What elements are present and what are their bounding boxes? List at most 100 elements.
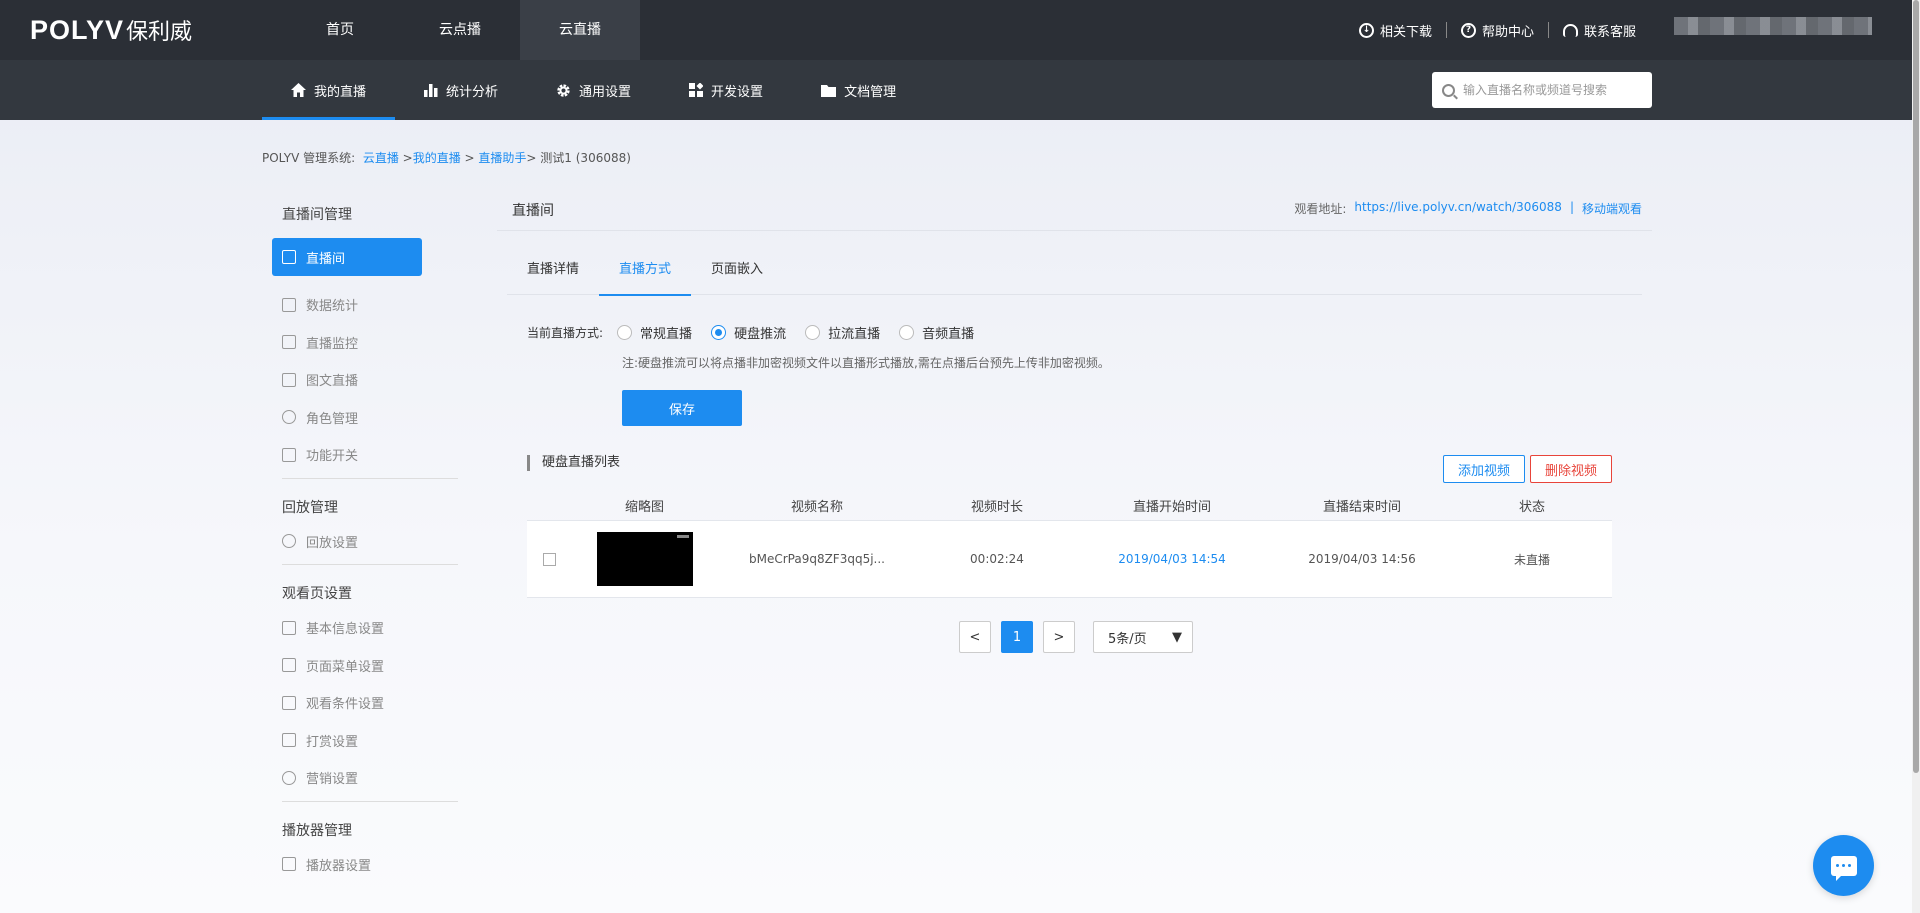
thumbnail-cell — [572, 532, 717, 586]
breadcrumb-my-live[interactable]: 我的直播 — [413, 151, 461, 165]
subnav-my-live[interactable]: 我的直播 — [262, 60, 396, 120]
save-button[interactable]: 保存 — [622, 390, 742, 426]
sidebar-item-label: 基本信息设置 — [306, 622, 385, 638]
replay-icon — [282, 534, 296, 549]
sidebar-item-roles[interactable]: 角色管理 — [262, 399, 462, 437]
sidebar-item-live-monitor[interactable]: 直播监控 — [262, 324, 462, 362]
tab-live-method[interactable]: 直播方式 — [599, 253, 692, 296]
breadcrumb-live-assistant[interactable]: 直播助手 — [478, 151, 526, 165]
top-nav-home[interactable]: 首页 — [280, 0, 400, 60]
section-title: 硬盘直播列表 — [527, 455, 620, 471]
tab-live-details[interactable]: 直播详情 — [507, 253, 599, 295]
top-nav: 首页 云点播 云直播 — [280, 0, 640, 60]
search-icon — [1442, 83, 1455, 97]
breadcrumb: POLYV 管理系统: 云直播 >我的直播 > 直播助手> 测试1 (30608… — [262, 151, 631, 165]
subnav-dev-settings[interactable]: 开发设置 — [660, 60, 792, 120]
sidebar-item-playback-settings[interactable]: 回放设置 — [262, 523, 462, 561]
sidebar-item-label: 直播间 — [306, 251, 346, 267]
divider — [282, 800, 458, 802]
play-icon — [282, 857, 296, 872]
help-center-link[interactable]: ? 帮助中心 — [1447, 21, 1548, 40]
yen-icon — [282, 733, 296, 748]
header-cell-start: 直播开始时间 — [1132, 500, 1211, 515]
page-button-current[interactable]: 1 — [1001, 621, 1033, 653]
sidebar-item-label: 直播监控 — [306, 336, 359, 352]
subnav-statistics[interactable]: 统计分析 — [395, 60, 527, 120]
subnav-general-settings[interactable]: 通用设置 — [527, 60, 660, 120]
sub-nav: 我的直播 统计分析 通用设置 开发设置 文档管理 — [262, 60, 925, 120]
help-icon: ? — [1460, 22, 1476, 38]
sidebar-item-marketing[interactable]: 营销设置 — [262, 759, 462, 797]
sidebar-item-live-room[interactable]: 直播间 — [272, 238, 422, 276]
user-account-blurred[interactable] — [1674, 17, 1872, 35]
chat-support-button[interactable] — [1813, 835, 1874, 896]
logo-latin-text: POLYV — [30, 15, 125, 45]
subnav-label: 统计分析 — [446, 84, 499, 100]
top-nav-live[interactable]: 云直播 — [520, 0, 640, 60]
top-nav-vod[interactable]: 云点播 — [400, 0, 520, 60]
search-input[interactable] — [1463, 83, 1643, 97]
watch-url-link[interactable]: https://live.polyv.cn/watch/306088 — [1354, 200, 1562, 217]
divider — [282, 477, 458, 479]
disk-push-note: 注:硬盘推流可以将点播非加密视频文件以直播形式播放,需在点播后台预先上传非加密视… — [622, 356, 1110, 370]
home-icon — [291, 83, 306, 97]
sidebar-item-label: 打赏设置 — [306, 734, 359, 750]
list-icon — [282, 250, 296, 264]
header-cell-thumbnail: 缩略图 — [624, 500, 664, 515]
live-mode-label: 当前直播方式: — [527, 326, 604, 340]
add-video-button[interactable]: 添加视频 — [1443, 455, 1525, 483]
downloads-label: 相关下载 — [1379, 24, 1432, 40]
download-icon: ↓ — [1358, 22, 1374, 38]
menu-list-icon — [282, 658, 296, 673]
subnav-docs[interactable]: 文档管理 — [792, 60, 925, 120]
page-size-select[interactable]: 5条/页 ▼ — [1093, 621, 1193, 653]
delete-video-button[interactable]: 删除视频 — [1530, 455, 1612, 483]
table-row: bMeCrPa9q8ZF3qq5j... 00:02:24 2019/04/03… — [527, 521, 1612, 598]
video-thumbnail[interactable] — [596, 532, 693, 586]
start-time-cell[interactable]: 2019/04/03 14:54 — [1077, 552, 1267, 566]
sidebar-item-page-menu[interactable]: 页面菜单设置 — [262, 647, 462, 685]
sidebar-item-reward[interactable]: 打赏设置 — [262, 722, 462, 760]
breadcrumb-cloud-live[interactable]: 云直播 — [363, 151, 399, 165]
tab-page-embed[interactable]: 页面嵌入 — [691, 253, 783, 295]
contact-support-link[interactable]: 联系客服 — [1549, 21, 1650, 40]
sidebar-item-basic-info[interactable]: 基本信息设置 — [262, 609, 462, 647]
sidebar-item-player-settings[interactable]: 播放器设置 — [262, 846, 462, 884]
sidebar: 直播间管理 直播间 数据统计 直播监控 图文直播 角色管理 功能开关 回放管理 … — [262, 200, 462, 883]
polyv-logo[interactable]: POLYV 保利威 — [30, 14, 192, 46]
watch-address: 观看地址: https://live.polyv.cn/watch/306088… — [1294, 200, 1642, 217]
help-center-label: 帮助中心 — [1481, 24, 1534, 40]
sidebar-item-feature-switch[interactable]: 功能开关 — [262, 436, 462, 474]
subnav-label: 文档管理 — [844, 84, 897, 100]
radio-disk-push[interactable]: 硬盘推流 — [711, 323, 786, 342]
contact-support-label: 联系客服 — [1583, 24, 1636, 40]
sidebar-item-label: 播放器设置 — [306, 858, 372, 874]
row-checkbox[interactable] — [543, 552, 556, 566]
next-page-button[interactable]: > — [1043, 621, 1075, 653]
marketing-icon — [282, 770, 296, 785]
prev-page-button[interactable]: < — [959, 621, 991, 653]
page-scrollbar[interactable] — [1912, 0, 1920, 913]
radio-pull-stream[interactable]: 拉流直播 — [805, 323, 880, 342]
radio-label: 拉流直播 — [828, 327, 881, 342]
bar-chart-icon — [282, 297, 296, 312]
sidebar-item-label: 图文直播 — [306, 374, 359, 390]
sidebar-item-label: 数据统计 — [306, 299, 359, 315]
radio-audio-live[interactable]: 音频直播 — [899, 323, 974, 342]
sidebar-item-watch-conditions[interactable]: 观看条件设置 — [262, 684, 462, 722]
header-cell-end: 直播结束时间 — [1322, 500, 1401, 515]
top-links: ↓ 相关下载 ? 帮助中心 联系客服 — [1345, 0, 1650, 60]
image-icon — [282, 372, 296, 387]
folder-icon — [821, 84, 837, 97]
sidebar-item-label: 观看条件设置 — [306, 697, 385, 713]
sidebar-item-graphic-live[interactable]: 图文直播 — [262, 361, 462, 399]
radio-normal-live[interactable]: 常规直播 — [617, 323, 692, 342]
sidebar-item-label: 页面菜单设置 — [306, 659, 385, 675]
downloads-link[interactable]: ↓ 相关下载 — [1345, 21, 1446, 40]
mobile-watch-link[interactable]: 移动端观看 — [1582, 200, 1642, 217]
disk-live-table: 缩略图 视频名称 视频时长 直播开始时间 直播结束时间 状态 bMeCrPa9q… — [527, 491, 1612, 598]
scrollbar-thumb[interactable] — [1913, 0, 1919, 773]
sidebar-item-data-stats[interactable]: 数据统计 — [262, 286, 462, 324]
sidebar-item-label: 角色管理 — [306, 411, 359, 427]
top-header: POLYV 保利威 首页 云点播 云直播 ↓ 相关下载 ? 帮助中心 联系客服 — [0, 0, 1920, 60]
